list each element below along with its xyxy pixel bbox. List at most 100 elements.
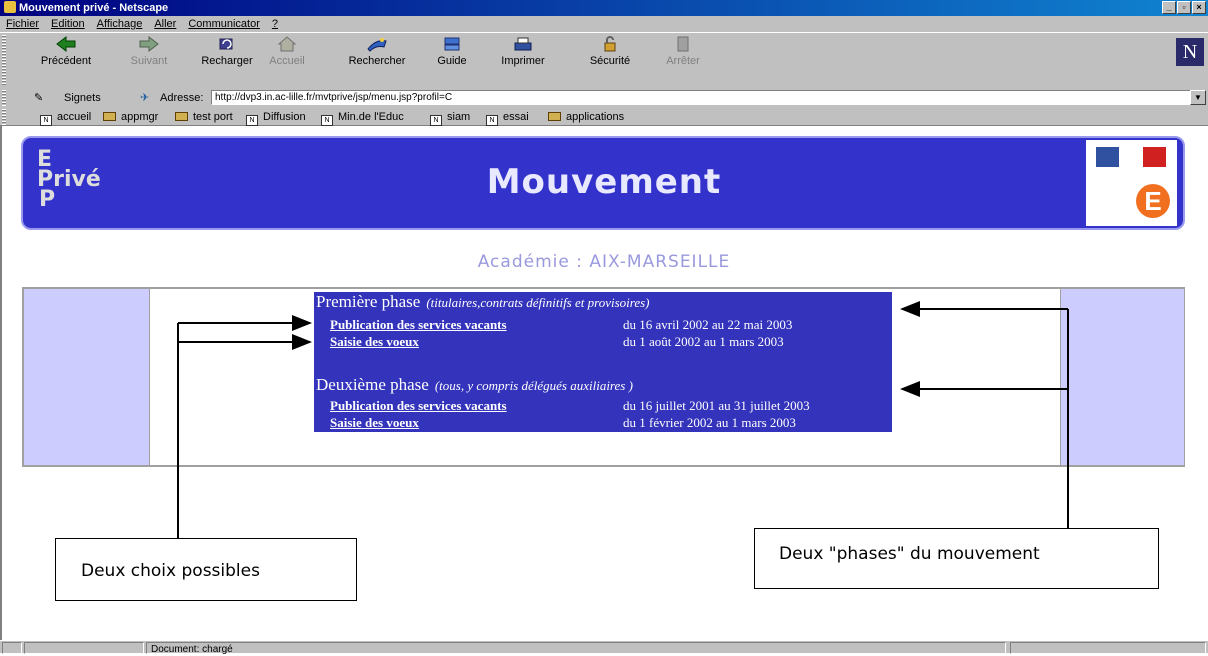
phase-1-subtitle: (titulaires,contrats définitifs et provi… bbox=[426, 295, 650, 310]
home-icon bbox=[277, 36, 297, 52]
search-button[interactable]: Rechercher bbox=[342, 35, 412, 75]
bookmark-siam[interactable]: Nsiam bbox=[430, 108, 470, 126]
stop-icon bbox=[677, 36, 689, 52]
menu-fichier[interactable]: Fichier bbox=[6, 16, 39, 32]
progress-cell bbox=[24, 642, 144, 654]
folder-icon bbox=[103, 112, 116, 121]
reload-button[interactable]: Recharger bbox=[192, 35, 262, 75]
forward-label: Suivant bbox=[130, 55, 168, 67]
personal-grip[interactable] bbox=[2, 109, 6, 125]
page-icon: N bbox=[486, 115, 498, 126]
home-button[interactable]: Accueil bbox=[262, 35, 312, 75]
maximize-button[interactable]: ▫ bbox=[1177, 1, 1191, 14]
close-button[interactable]: × bbox=[1192, 1, 1206, 14]
url-field[interactable]: http://dvp3.in.ac-lille.fr/mvtprive/jsp/… bbox=[211, 90, 1191, 105]
search-icon bbox=[367, 38, 387, 52]
page-title: Mouvement bbox=[486, 162, 722, 202]
left-side-panel bbox=[24, 289, 149, 465]
navigation-toolbar: Précédent Suivant Recharger Accueil Rech… bbox=[0, 32, 1208, 88]
phase-1-heading: Première phase (titulaires,contrats défin… bbox=[316, 292, 649, 312]
menu-aller[interactable]: Aller bbox=[154, 16, 176, 32]
security-button[interactable]: Sécurité bbox=[585, 35, 635, 75]
phase-2-saisie-link[interactable]: Saisie des voeux bbox=[330, 415, 419, 431]
bookmark-label: essai bbox=[503, 111, 529, 123]
menu-edition[interactable]: Edition bbox=[51, 16, 85, 32]
phase-2-publication-link[interactable]: Publication des services vacants bbox=[330, 398, 507, 414]
bookmarks-icon[interactable]: ✎ bbox=[34, 88, 43, 108]
browser-window: Mouvement privé - Netscape _ ▫ × Fichier… bbox=[0, 0, 1208, 655]
bookmark-label: Min.de l'Educ bbox=[338, 111, 404, 123]
bookmark-label: accueil bbox=[57, 111, 92, 123]
bookmark-essai[interactable]: Nessai bbox=[486, 108, 529, 126]
callout-deux-choix: Deux choix possibles bbox=[55, 538, 357, 601]
lock-icon bbox=[604, 36, 616, 52]
forward-button[interactable]: Suivant bbox=[124, 35, 174, 75]
location-grip[interactable] bbox=[2, 90, 6, 106]
phase-2-title: Deuxième phase bbox=[316, 375, 429, 394]
reload-icon bbox=[219, 38, 233, 50]
academie-label: Académie : AIX-MARSEILLE bbox=[477, 252, 731, 272]
education-e-logo: E bbox=[1136, 184, 1170, 218]
folder-icon bbox=[548, 112, 561, 121]
print-button[interactable]: Imprimer bbox=[493, 35, 553, 75]
phase-2-subtitle: (tous, y compris délégués auxiliaires ) bbox=[434, 378, 633, 393]
address-label: Adresse: bbox=[160, 92, 204, 104]
bookmark-label: test port bbox=[193, 111, 233, 123]
window-controls: _ ▫ × bbox=[1162, 1, 1206, 14]
guide-icon bbox=[444, 37, 460, 51]
page-icon: N bbox=[246, 115, 258, 126]
stop-label: Arrêter bbox=[666, 55, 700, 67]
home-label: Accueil bbox=[269, 55, 305, 67]
bookmark-diffusion[interactable]: N Diffusion bbox=[246, 108, 306, 126]
phase-2-saisie-dates: du 1 février 2002 au 1 mars 2003 bbox=[623, 415, 796, 430]
menu-help[interactable]: ? bbox=[272, 16, 278, 32]
bookmark-label: Diffusion bbox=[263, 111, 306, 123]
back-arrow-icon bbox=[56, 35, 76, 53]
bookmark-applications[interactable]: applications bbox=[548, 108, 624, 126]
component-bar bbox=[1010, 642, 1206, 654]
phase-1-saisie-dates: du 1 août 2002 au 1 mars 2003 bbox=[623, 334, 784, 349]
page-icon: N bbox=[430, 115, 442, 126]
netscape-logo[interactable]: N bbox=[1176, 38, 1204, 66]
netscape-app-icon bbox=[4, 1, 16, 13]
stop-button[interactable]: Arrêter bbox=[658, 35, 708, 75]
url-dropdown-arrow-icon[interactable]: ▼ bbox=[1190, 90, 1206, 105]
guide-label: Guide bbox=[437, 55, 467, 67]
phase-1-saisie-link[interactable]: Saisie des voeux bbox=[330, 334, 419, 350]
security-label: Sécurité bbox=[589, 55, 631, 67]
personal-toolbar: Naccueil appmgr test port N Diffusion N Mi… bbox=[0, 108, 1208, 126]
bookmark-label: appmgr bbox=[121, 111, 159, 123]
back-button[interactable]: Précédent bbox=[36, 35, 96, 75]
search-label: Rechercher bbox=[348, 55, 406, 67]
french-flag-icon bbox=[1096, 147, 1166, 167]
phase-1-title: Première phase bbox=[316, 292, 421, 311]
callout-deux-phases: Deux "phases" du mouvement bbox=[754, 528, 1159, 589]
menu-bar: Fichier Edition Affichage Aller Communic… bbox=[0, 16, 1208, 32]
folder-icon bbox=[175, 112, 188, 121]
printer-icon bbox=[514, 37, 532, 51]
page-proxy-icon[interactable]: ✈ bbox=[140, 88, 149, 108]
page-icon: N bbox=[40, 115, 52, 126]
window-title: Mouvement privé - Netscape bbox=[19, 2, 169, 14]
bookmark-appmgr[interactable]: appmgr bbox=[103, 108, 158, 126]
bookmark-min-educ[interactable]: N Min.de l'Educ bbox=[321, 108, 404, 126]
security-status-icon[interactable] bbox=[2, 642, 22, 654]
forward-arrow-icon bbox=[139, 35, 159, 53]
bookmark-test-port[interactable]: test port bbox=[175, 108, 233, 126]
bookmark-label: applications bbox=[566, 111, 625, 123]
print-label: Imprimer bbox=[501, 55, 545, 67]
minimize-button[interactable]: _ bbox=[1162, 1, 1176, 14]
menu-communicator[interactable]: Communicator bbox=[188, 16, 260, 32]
phase-2-heading: Deuxième phase (tous, y compris délégués … bbox=[316, 375, 633, 395]
phase-1-publication-link[interactable]: Publication des services vacants bbox=[330, 317, 507, 333]
phase-1-publication-dates: du 16 avril 2002 au 22 mai 2003 bbox=[623, 317, 793, 332]
signets-button[interactable]: Signets bbox=[64, 88, 101, 108]
guide-button[interactable]: Guide bbox=[432, 35, 472, 75]
status-bar: Document: chargé bbox=[0, 640, 1208, 655]
right-side-panel bbox=[1061, 289, 1184, 465]
ministry-emblem: E bbox=[1086, 140, 1177, 226]
toolbar-grip[interactable] bbox=[2, 35, 6, 85]
back-label: Précédent bbox=[40, 55, 92, 67]
bookmark-accueil[interactable]: Naccueil bbox=[40, 108, 91, 126]
menu-affichage[interactable]: Affichage bbox=[97, 16, 143, 32]
